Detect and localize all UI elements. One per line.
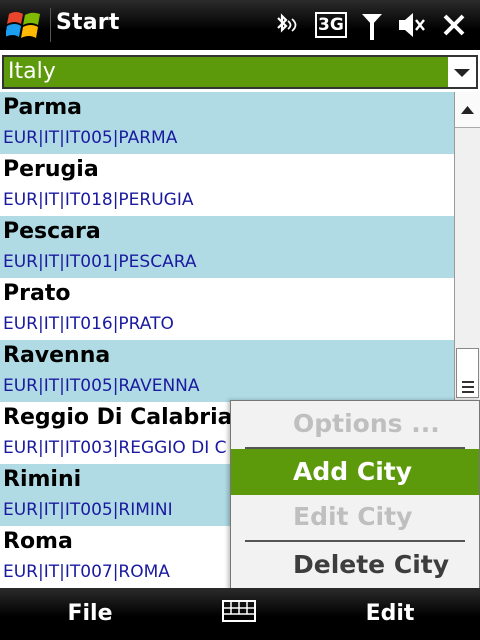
city-code: EUR|IT|IT003|REGGIO DI C xyxy=(3,438,227,458)
menu-item-edit-city: Edit City xyxy=(293,502,413,531)
list-item[interactable]: Pescara EUR|IT|IT001|PESCARA xyxy=(0,216,454,278)
city-name: Pescara xyxy=(3,219,101,244)
app-title[interactable]: Start xyxy=(56,10,120,35)
city-name: Ravenna xyxy=(3,343,111,368)
softkey-bar: File Edit xyxy=(0,588,480,640)
status-icons: 3G xyxy=(272,0,480,50)
scrollbar-thumb[interactable] xyxy=(456,348,479,398)
city-name: Rimini xyxy=(3,467,82,492)
menu-item-delete-city[interactable]: Delete City xyxy=(231,542,479,588)
city-code: EUR|IT|IT007|ROMA xyxy=(3,562,170,582)
3g-label: 3G xyxy=(318,15,344,35)
close-icon[interactable] xyxy=(440,8,468,42)
country-selector-area: Italy xyxy=(0,50,480,92)
city-name: Parma xyxy=(3,95,82,120)
city-code: EUR|IT|IT005|PARMA xyxy=(3,128,178,148)
title-separator xyxy=(50,8,51,42)
city-name: Reggio Di Calabria xyxy=(3,405,233,430)
list-item[interactable]: Parma EUR|IT|IT005|PARMA xyxy=(0,92,454,154)
grip-line-icon xyxy=(462,391,474,393)
list-item[interactable]: Prato EUR|IT|IT016|PRATO xyxy=(0,278,454,340)
country-dropdown-value[interactable]: Italy xyxy=(4,57,448,87)
city-code: EUR|IT|IT016|PRATO xyxy=(3,314,174,334)
scroll-up-button[interactable] xyxy=(455,92,480,128)
speaker-muted-icon[interactable] xyxy=(396,8,428,42)
windows-start-icon[interactable] xyxy=(5,8,44,42)
city-code: EUR|IT|IT005|RAVENNA xyxy=(3,376,200,396)
grip-line-icon xyxy=(462,381,474,383)
signal-strength-icon[interactable] xyxy=(360,8,384,42)
city-name: Perugia xyxy=(3,157,99,182)
country-dropdown[interactable]: Italy xyxy=(2,55,478,89)
menu-item-options: Options ... xyxy=(293,409,440,438)
grip-line-icon xyxy=(462,386,474,388)
file-softkey[interactable]: File xyxy=(0,588,180,640)
city-name: Prato xyxy=(3,281,71,306)
keyboard-icon[interactable] xyxy=(222,600,256,622)
city-name: Roma xyxy=(3,529,73,554)
city-code: EUR|IT|IT001|PESCARA xyxy=(3,252,197,272)
city-code: EUR|IT|IT005|RIMINI xyxy=(3,500,173,520)
city-code: EUR|IT|IT018|PERUGIA xyxy=(3,190,194,210)
chevron-down-icon[interactable] xyxy=(448,57,476,87)
list-item[interactable]: Perugia EUR|IT|IT018|PERUGIA xyxy=(0,154,454,216)
edit-softkey[interactable]: Edit xyxy=(300,588,480,640)
title-bar: Start 3G xyxy=(0,0,480,50)
3g-data-icon[interactable]: 3G xyxy=(314,8,348,42)
list-item[interactable]: Ravenna EUR|IT|IT005|RAVENNA xyxy=(0,340,454,402)
edit-context-menu: Options ... Add City Edit City Delete Ci… xyxy=(230,400,480,590)
menu-item-add-city[interactable]: Add City xyxy=(231,449,479,495)
bluetooth-icon[interactable] xyxy=(272,8,302,42)
